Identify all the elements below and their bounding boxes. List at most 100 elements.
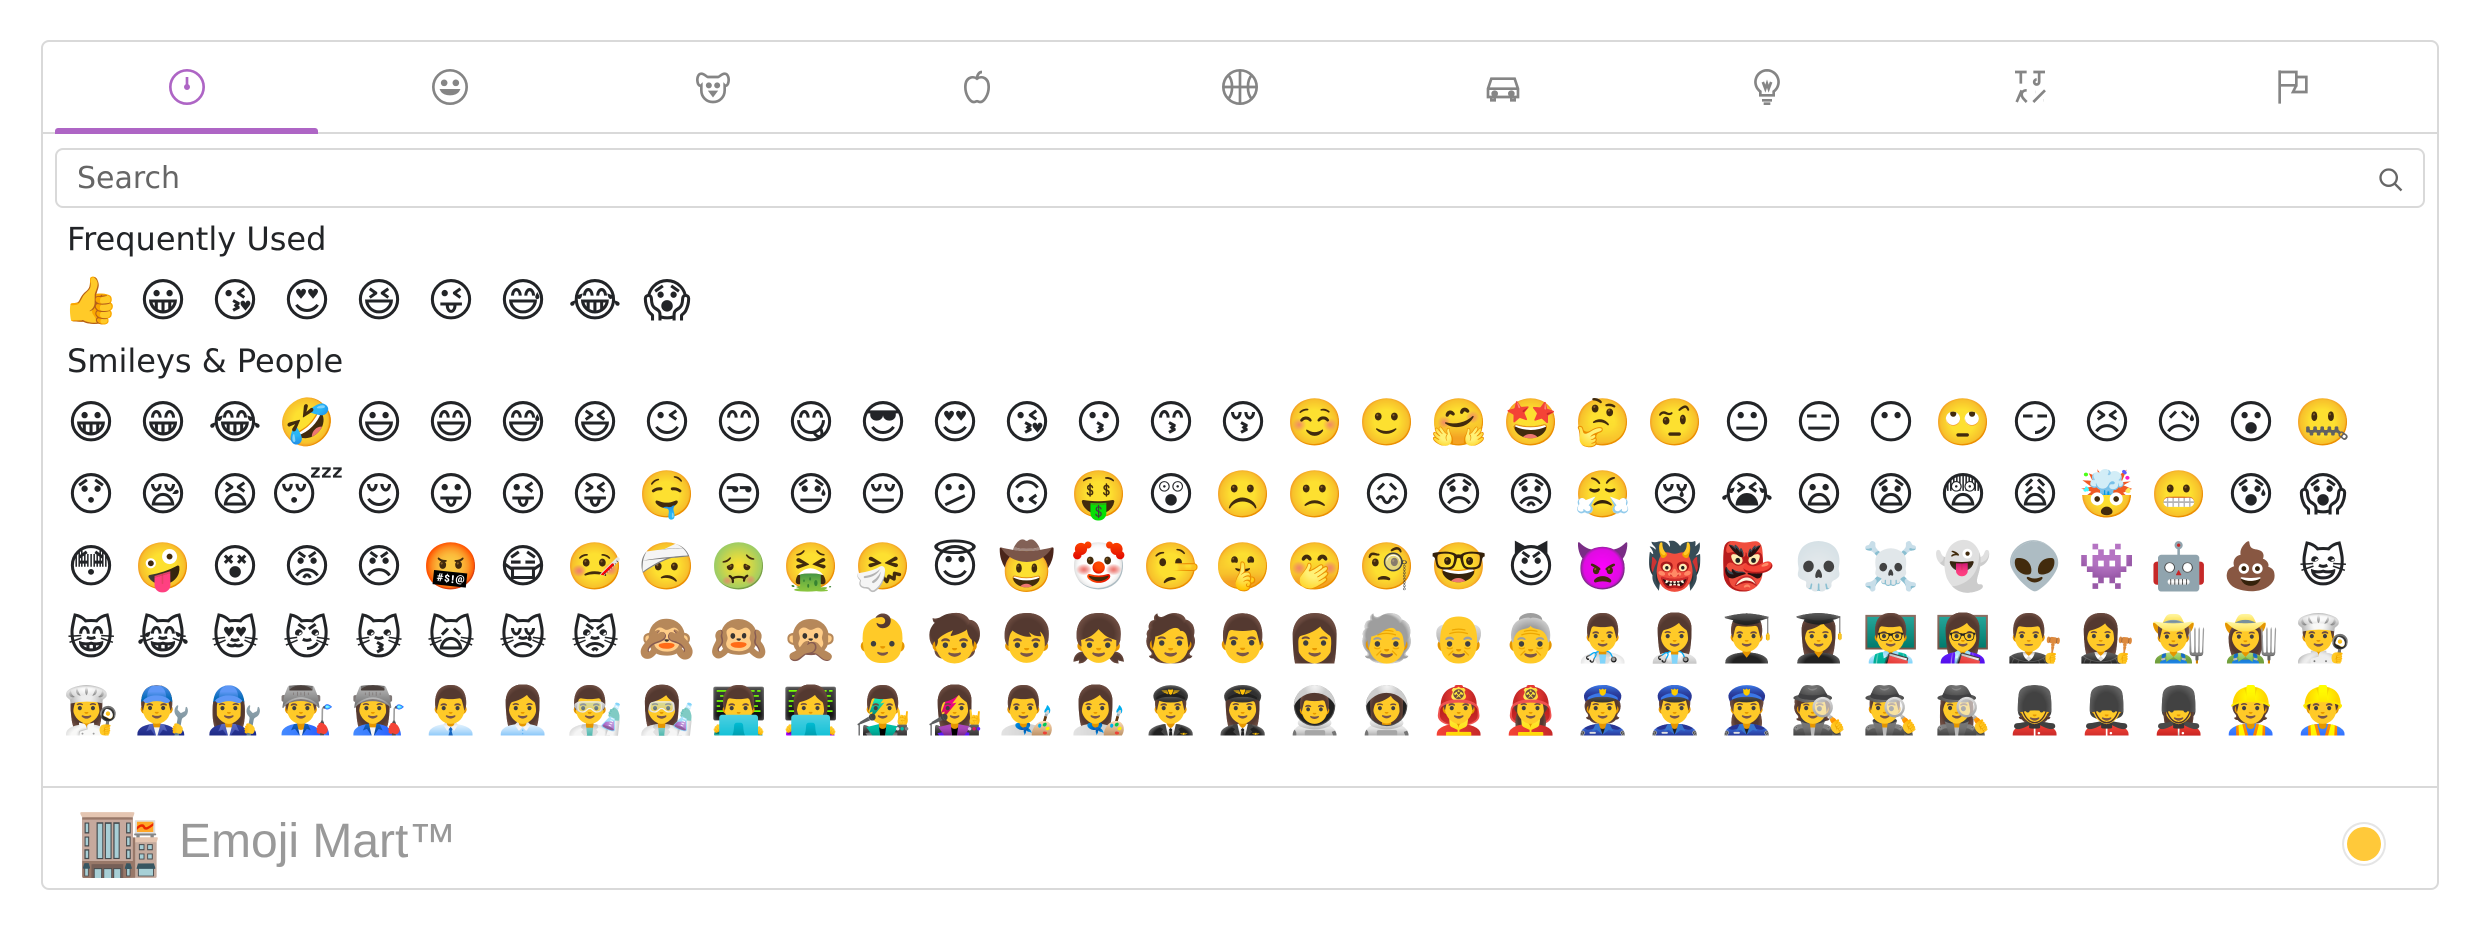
emoji-button[interactable]: 🙃 xyxy=(991,458,1063,530)
emoji-button[interactable]: 😹 xyxy=(127,602,199,674)
emoji-button[interactable]: 👨‍🚀 xyxy=(1279,674,1351,746)
emoji-button[interactable]: 😻 xyxy=(199,602,271,674)
emoji-button[interactable]: 👨‍✈️ xyxy=(1135,674,1207,746)
emoji-button[interactable]: 😩 xyxy=(1999,458,2071,530)
emoji-button[interactable]: 👩‍💼 xyxy=(487,674,559,746)
emoji-button[interactable]: 😭 xyxy=(1711,458,1783,530)
emoji-button[interactable]: 👴 xyxy=(1423,602,1495,674)
emoji-button[interactable]: 👨‍💼 xyxy=(415,674,487,746)
tab-food-drink[interactable] xyxy=(845,42,1108,132)
emoji-button[interactable]: 👹 xyxy=(1639,530,1711,602)
emoji-button[interactable]: 👨‍🔧 xyxy=(127,674,199,746)
emoji-button[interactable]: 😄 xyxy=(415,386,487,458)
emoji-button[interactable]: 🤐 xyxy=(2287,386,2359,458)
emoji-button[interactable]: 👨‍⚕️ xyxy=(1567,602,1639,674)
emoji-button[interactable]: 🤫 xyxy=(1207,530,1279,602)
emoji-button[interactable]: 🤢 xyxy=(703,530,775,602)
emoji-button[interactable]: 👨‍💻 xyxy=(703,674,775,746)
emoji-button[interactable]: 😗 xyxy=(1063,386,1135,458)
emoji-button[interactable]: 👩‍⚕️ xyxy=(1639,602,1711,674)
emoji-button[interactable]: 😋 xyxy=(775,386,847,458)
emoji-button[interactable]: 😫 xyxy=(199,458,271,530)
emoji-button[interactable]: 😢 xyxy=(1639,458,1711,530)
emoji-button[interactable]: 😒 xyxy=(703,458,775,530)
emoji-button[interactable]: 🤠 xyxy=(991,530,1063,602)
emoji-button[interactable]: 😱 xyxy=(2287,458,2359,530)
emoji-button[interactable]: 😍 xyxy=(919,386,991,458)
emoji-button[interactable]: 🤕 xyxy=(631,530,703,602)
emoji-button[interactable]: 🤣 xyxy=(271,386,343,458)
emoji-button[interactable]: 🤭 xyxy=(1279,530,1351,602)
emoji-button[interactable]: 😦 xyxy=(1783,458,1855,530)
emoji-button[interactable]: 😜 xyxy=(415,264,487,336)
emoji-button[interactable]: 👮 xyxy=(1567,674,1639,746)
emoji-button[interactable]: 🤨 xyxy=(1639,386,1711,458)
search-input[interactable] xyxy=(57,150,2377,206)
emoji-button[interactable]: 😡 xyxy=(271,530,343,602)
emoji-button[interactable]: 😤 xyxy=(1567,458,1639,530)
emoji-button[interactable]: 😘 xyxy=(991,386,1063,458)
emoji-button[interactable]: 👩‍✈️ xyxy=(1207,674,1279,746)
emoji-button[interactable]: 👮‍♂️ xyxy=(1639,674,1711,746)
emoji-button[interactable]: 😅 xyxy=(487,264,559,336)
emoji-button[interactable]: 🙊 xyxy=(775,602,847,674)
emoji-button[interactable]: 🕵️‍♀️ xyxy=(1927,674,1999,746)
emoji-button[interactable]: 😜 xyxy=(487,458,559,530)
emoji-button[interactable]: 😕 xyxy=(919,458,991,530)
emoji-button[interactable]: 😉 xyxy=(631,386,703,458)
emoji-button[interactable]: 👨‍🎓 xyxy=(1711,602,1783,674)
emoji-button[interactable]: 😮 xyxy=(2215,386,2287,458)
emoji-button[interactable]: ☺️ xyxy=(1279,386,1351,458)
emoji-button[interactable]: 😃 xyxy=(343,386,415,458)
emoji-button[interactable]: 👩‍🎤 xyxy=(919,674,991,746)
emoji-button[interactable]: 😐 xyxy=(1711,386,1783,458)
emoji-button[interactable]: 🤯 xyxy=(2071,458,2143,530)
emoji-button[interactable]: 😴 xyxy=(270,458,344,530)
emoji-button[interactable]: 🤧 xyxy=(847,530,919,602)
emoji-button[interactable]: 🙈 xyxy=(631,602,703,674)
emoji-button[interactable]: 😁 xyxy=(127,386,199,458)
emoji-button[interactable]: 😂 xyxy=(559,264,631,336)
emoji-button[interactable]: 💂‍♂️ xyxy=(2071,674,2143,746)
tab-symbols[interactable] xyxy=(1898,42,2161,132)
emoji-button[interactable]: 😌 xyxy=(343,458,415,530)
emoji-button[interactable]: 💀 xyxy=(1783,530,1855,602)
emoji-button[interactable]: 😊 xyxy=(703,386,775,458)
emoji-button[interactable]: 🧓 xyxy=(1351,602,1423,674)
tab-smileys-people[interactable] xyxy=(318,42,581,132)
tab-animals-nature[interactable] xyxy=(582,42,845,132)
tab-flags[interactable] xyxy=(2162,42,2425,132)
emoji-button[interactable]: 😝 xyxy=(559,458,631,530)
search-icon[interactable] xyxy=(2377,166,2405,194)
emoji-button[interactable]: 👨‍🏫 xyxy=(1855,602,1927,674)
emoji-button[interactable]: 🧐 xyxy=(1351,530,1423,602)
emoji-button[interactable]: 😱 xyxy=(631,264,703,336)
emoji-button[interactable]: 💩 xyxy=(2215,530,2287,602)
emoji-scroll-area[interactable]: Frequently Used 👍 😀 😘 😍 😆 😜 😅 😂 😱 Smileys & Peop… xyxy=(55,214,2425,784)
emoji-button[interactable]: 👷 xyxy=(2215,674,2287,746)
emoji-button[interactable]: 👩‍🏭 xyxy=(343,674,415,746)
emoji-button[interactable]: 😀 xyxy=(55,386,127,458)
emoji-button[interactable]: 😬 xyxy=(2143,458,2215,530)
emoji-button[interactable]: 😧 xyxy=(1855,458,1927,530)
emoji-button[interactable]: 🙂 xyxy=(1351,386,1423,458)
emoji-button[interactable]: 😿 xyxy=(487,602,559,674)
tab-activity[interactable] xyxy=(1108,42,1371,132)
emoji-button[interactable]: 👩‍🚒 xyxy=(1495,674,1567,746)
emoji-button[interactable]: 🤔 xyxy=(1567,386,1639,458)
emoji-button[interactable]: 💂 xyxy=(1999,674,2071,746)
tab-frequently-used[interactable] xyxy=(55,42,319,134)
emoji-button[interactable]: 👾 xyxy=(2071,530,2143,602)
emoji-button[interactable]: 😆 xyxy=(343,264,415,336)
emoji-button[interactable]: 🤤 xyxy=(631,458,703,530)
emoji-button[interactable]: 👮‍♀️ xyxy=(1711,674,1783,746)
emoji-button[interactable]: 👻 xyxy=(1927,530,1999,602)
emoji-button[interactable]: 👶 xyxy=(847,602,919,674)
emoji-button[interactable]: 😛 xyxy=(415,458,487,530)
emoji-button[interactable]: 🤑 xyxy=(1063,458,1135,530)
emoji-button[interactable]: 👩‍🔧 xyxy=(199,674,271,746)
emoji-button[interactable]: 🤬 xyxy=(415,530,487,602)
emoji-button[interactable]: 😑 xyxy=(1783,386,1855,458)
emoji-button[interactable]: 🤡 xyxy=(1063,530,1135,602)
emoji-button[interactable]: 🙉 xyxy=(703,602,775,674)
